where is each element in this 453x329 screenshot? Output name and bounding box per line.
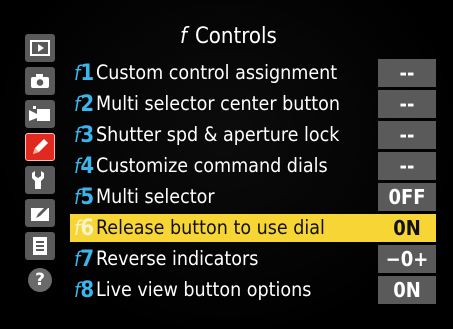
- item-label: Reverse indicators: [96, 247, 259, 270]
- menu-item-f4[interactable]: f4 Customize command dials --: [74, 152, 436, 180]
- item-label: Custom control assignment: [96, 61, 338, 84]
- item-value: 0N: [378, 276, 436, 304]
- item-number: f8: [74, 278, 94, 303]
- menu-item-f7[interactable]: f7 Reverse indicators −0+: [74, 245, 436, 273]
- setup-menu-tab[interactable]: [25, 166, 55, 194]
- my-menu-tab[interactable]: [25, 232, 55, 260]
- item-label: Live view button options: [96, 278, 312, 301]
- camera-menu-screen: ? f Controls f1 Custom control assignment…: [0, 0, 453, 329]
- menu-title: f Controls: [180, 21, 277, 53]
- menu-item-f8[interactable]: f8 Live view button options 0N: [74, 276, 436, 304]
- menu-sidebar: ?: [22, 30, 58, 300]
- item-value: −0+: [378, 245, 436, 273]
- item-value: --: [378, 90, 436, 118]
- item-number: f1: [74, 61, 94, 86]
- item-value: --: [378, 59, 436, 87]
- photo-shooting-menu-tab[interactable]: [25, 67, 55, 95]
- wrench-icon: [32, 171, 44, 189]
- item-number: f3: [74, 123, 94, 148]
- item-label: Multi selector: [96, 185, 215, 208]
- item-value: 0FF: [378, 183, 436, 211]
- movie-camera-icon: [29, 106, 50, 121]
- item-number: f6: [74, 216, 94, 241]
- item-value: --: [378, 152, 436, 180]
- my-menu-icon: [33, 237, 47, 255]
- retouch-brush-icon: [31, 205, 49, 221]
- menu-item-f5[interactable]: f5 Multi selector 0FF: [74, 183, 436, 211]
- playback-icon: [30, 40, 50, 56]
- item-label: Release button to use dial: [96, 216, 325, 239]
- movie-shooting-menu-tab[interactable]: [25, 100, 55, 128]
- custom-settings-menu-tab[interactable]: [25, 133, 55, 161]
- menu-item-f2[interactable]: f2 Multi selector center button --: [74, 90, 436, 118]
- playback-menu-tab[interactable]: [25, 34, 55, 62]
- item-value: --: [378, 121, 436, 149]
- item-number: f7: [74, 247, 94, 272]
- menu-item-f1[interactable]: f1 Custom control assignment --: [74, 59, 436, 87]
- menu-item-f3[interactable]: f3 Shutter spd & aperture lock --: [74, 121, 436, 149]
- menu-item-f6-selected[interactable]: f6 Release button to use dial 0N: [70, 214, 436, 242]
- item-label: Multi selector center button: [96, 92, 340, 115]
- item-label: Shutter spd & aperture lock: [96, 123, 340, 146]
- help-icon[interactable]: ?: [28, 268, 52, 292]
- camera-icon: [31, 74, 49, 88]
- item-value: 0N: [378, 214, 436, 242]
- item-number: f4: [74, 154, 94, 179]
- item-number: f5: [74, 185, 94, 210]
- menu-title-text: Controls: [194, 24, 277, 49]
- menu-title-prefix: f: [180, 24, 187, 49]
- retouch-menu-tab[interactable]: [25, 199, 55, 227]
- pencil-icon: [33, 139, 48, 154]
- item-label: Customize command dials: [96, 154, 328, 177]
- item-number: f2: [74, 92, 94, 117]
